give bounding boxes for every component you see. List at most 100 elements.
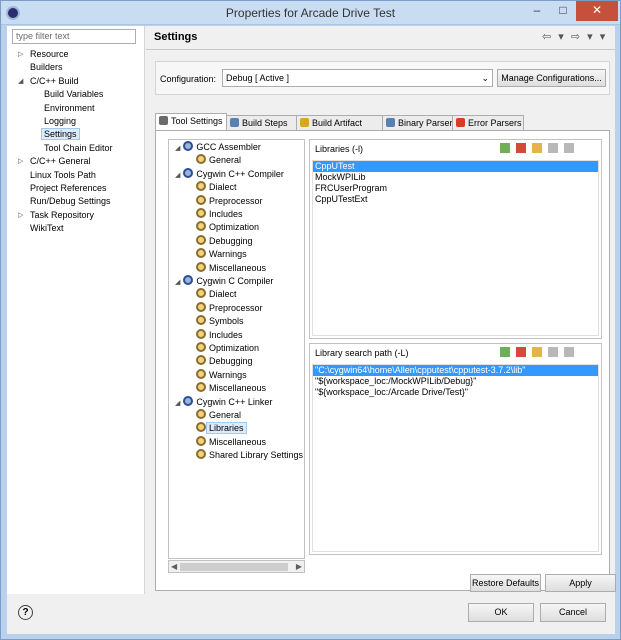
expanded-arrow-icon[interactable]: ◢ — [18, 75, 23, 88]
expanded-arrow-icon[interactable]: ◢ — [175, 400, 180, 407]
scrollbar-thumb[interactable] — [180, 563, 288, 571]
tool-node[interactable]: ◢ GCC Assembler — [175, 141, 261, 154]
tool-option[interactable]: Optimization — [196, 221, 259, 234]
tab-tool-settings[interactable]: Tool Settings — [155, 113, 227, 130]
collapsed-arrow-icon[interactable]: ▷ — [18, 209, 23, 222]
tool-option[interactable]: Includes — [196, 208, 243, 221]
move-down-icon[interactable] — [564, 143, 574, 153]
manage-configurations-button[interactable]: Manage Configurations... — [497, 69, 606, 87]
property-tree-item[interactable]: Build Variables — [44, 88, 103, 101]
scroll-left-icon[interactable]: ◀ — [171, 561, 177, 572]
add-icon[interactable] — [500, 143, 510, 153]
list-item[interactable]: CppUTestExt — [313, 194, 598, 205]
tool-option[interactable]: General — [196, 409, 241, 422]
tool-tree-scrollbar[interactable]: ◀ ▶ — [168, 560, 305, 573]
history-nav-icons[interactable]: ⇦ ▾ ⇨ ▾ ▾ — [542, 30, 607, 43]
tool-option[interactable]: Debugging — [196, 234, 253, 248]
option-gear-icon — [196, 181, 206, 192]
close-button[interactable]: ✕ — [576, 1, 618, 21]
add-icon[interactable] — [500, 347, 510, 357]
tool-option[interactable]: Debugging — [196, 355, 253, 368]
tool-tree-label: General — [209, 155, 242, 166]
move-up-icon[interactable] — [548, 347, 558, 357]
tool-option[interactable]: Miscellaneous — [196, 435, 267, 449]
move-up-icon[interactable] — [548, 143, 558, 153]
property-tree-item[interactable]: Logging — [44, 115, 76, 128]
list-item[interactable]: CppUTest — [313, 161, 598, 172]
tool-option[interactable]: Warnings — [196, 248, 247, 261]
apply-button[interactable]: Apply — [545, 574, 616, 592]
property-tree-item[interactable]: WikiText — [30, 222, 64, 235]
help-icon[interactable]: ? — [18, 605, 33, 620]
tool-node[interactable]: ◢ Cygwin C++ Linker — [175, 395, 272, 409]
property-tree-item[interactable]: Settings — [41, 128, 80, 141]
property-tree-item[interactable]: ▷ Resource — [18, 48, 69, 61]
libraries-items[interactable]: CppUTest MockWPILib FRCUserProgram CppUTest… — [312, 160, 599, 336]
property-tree-item[interactable]: ▷ C/C++ General — [18, 155, 91, 168]
filter-input[interactable]: type filter text — [12, 29, 136, 44]
tool-option[interactable]: Libraries — [196, 422, 247, 435]
property-tree-label: Tool Chain Editor — [44, 142, 113, 153]
tab-build-artifact[interactable]: Build Artifact — [296, 115, 383, 130]
edit-icon[interactable] — [532, 347, 542, 357]
edit-icon[interactable] — [532, 143, 542, 153]
cancel-button[interactable]: Cancel — [540, 603, 606, 622]
list-item[interactable]: "C:\cygwin64\home\Allen\cpputest\cpputes… — [313, 365, 598, 376]
maximize-button[interactable]: □ — [550, 1, 576, 21]
tab-label: Tool Settings — [171, 116, 223, 126]
property-tree-item[interactable]: Environment — [44, 102, 95, 115]
tool-tree-label: Miscellaneous — [209, 436, 267, 447]
expanded-arrow-icon[interactable]: ◢ — [175, 279, 180, 286]
tab-build-steps[interactable]: Build Steps — [226, 115, 297, 130]
tool-option[interactable]: Preprocessor — [196, 301, 263, 315]
tool-node[interactable]: ◢ Cygwin C++ Compiler — [175, 167, 284, 181]
expanded-arrow-icon[interactable]: ◢ — [175, 145, 180, 152]
property-tree-item[interactable]: ▷ Task Repository — [18, 209, 94, 222]
tool-option[interactable]: Dialect — [196, 181, 237, 194]
delete-icon[interactable] — [516, 347, 526, 357]
collapsed-arrow-icon[interactable]: ▷ — [18, 155, 23, 168]
tool-tree-label: Miscellaneous — [209, 262, 267, 273]
tool-option[interactable]: General — [196, 154, 241, 167]
property-tree-item[interactable]: Tool Chain Editor — [44, 142, 113, 155]
list-item[interactable]: "${workspace_loc:/MockWPILib/Debug}" — [313, 376, 598, 387]
dialog-footer: ? OK Cancel — [7, 596, 615, 634]
tool-tree-label: Warnings — [209, 369, 247, 380]
tool-tree-label: Cygwin C Compiler — [196, 276, 274, 286]
configuration-select[interactable]: Debug [ Active ] ⌄ — [222, 69, 493, 87]
list-item[interactable]: MockWPILib — [313, 172, 598, 183]
minimize-button[interactable]: – — [524, 1, 550, 21]
search-path-items[interactable]: "C:\cygwin64\home\Allen\cpputest\cpputes… — [312, 364, 599, 552]
tool-option[interactable]: Symbols — [196, 315, 244, 328]
property-tree-label: Settings — [41, 128, 80, 141]
tool-tree[interactable]: ◢ GCC Assembler General ◢ Cygwin C++ Compile… — [168, 139, 305, 559]
property-tree-item[interactable]: Project References — [30, 182, 107, 195]
tool-option[interactable]: Preprocessor — [196, 194, 263, 208]
tool-option[interactable]: Dialect — [196, 288, 237, 301]
property-tree-item[interactable]: Builders — [30, 61, 63, 74]
delete-icon[interactable] — [516, 143, 526, 153]
move-down-icon[interactable] — [564, 347, 574, 357]
scroll-right-icon[interactable]: ▶ — [296, 561, 302, 572]
option-gear-icon — [196, 261, 206, 272]
list-item[interactable]: FRCUserProgram — [313, 183, 598, 194]
ok-button[interactable]: OK — [468, 603, 534, 622]
tool-option[interactable]: Miscellaneous — [196, 261, 267, 275]
tab-error-parsers[interactable]: Error Parsers — [452, 115, 524, 130]
property-tree-item[interactable]: ◢ C/C++ Build — [18, 75, 79, 88]
tool-option[interactable]: Miscellaneous — [196, 382, 266, 395]
tool-option[interactable]: Warnings — [196, 368, 247, 382]
property-navigation: type filter text ▷ Resource Builders ◢ C/C++… — [7, 26, 145, 594]
collapsed-arrow-icon[interactable]: ▷ — [18, 48, 23, 61]
tab-binary-parsers[interactable]: Binary Parsers — [382, 115, 457, 130]
tool-option[interactable]: Optimization — [196, 342, 259, 355]
tool-option[interactable]: Includes — [196, 328, 243, 342]
property-tree-item[interactable]: Linux Tools Path — [30, 169, 96, 182]
expanded-arrow-icon[interactable]: ◢ — [175, 172, 180, 179]
option-gear-icon — [196, 288, 206, 299]
tool-node[interactable]: ◢ Cygwin C Compiler — [175, 275, 273, 288]
restore-defaults-button[interactable]: Restore Defaults — [470, 574, 541, 592]
tool-option[interactable]: Shared Library Settings — [196, 449, 303, 462]
list-item[interactable]: "${workspace_loc:/Arcade Drive/Test}" — [313, 387, 598, 398]
property-tree-item[interactable]: Run/Debug Settings — [30, 195, 111, 208]
